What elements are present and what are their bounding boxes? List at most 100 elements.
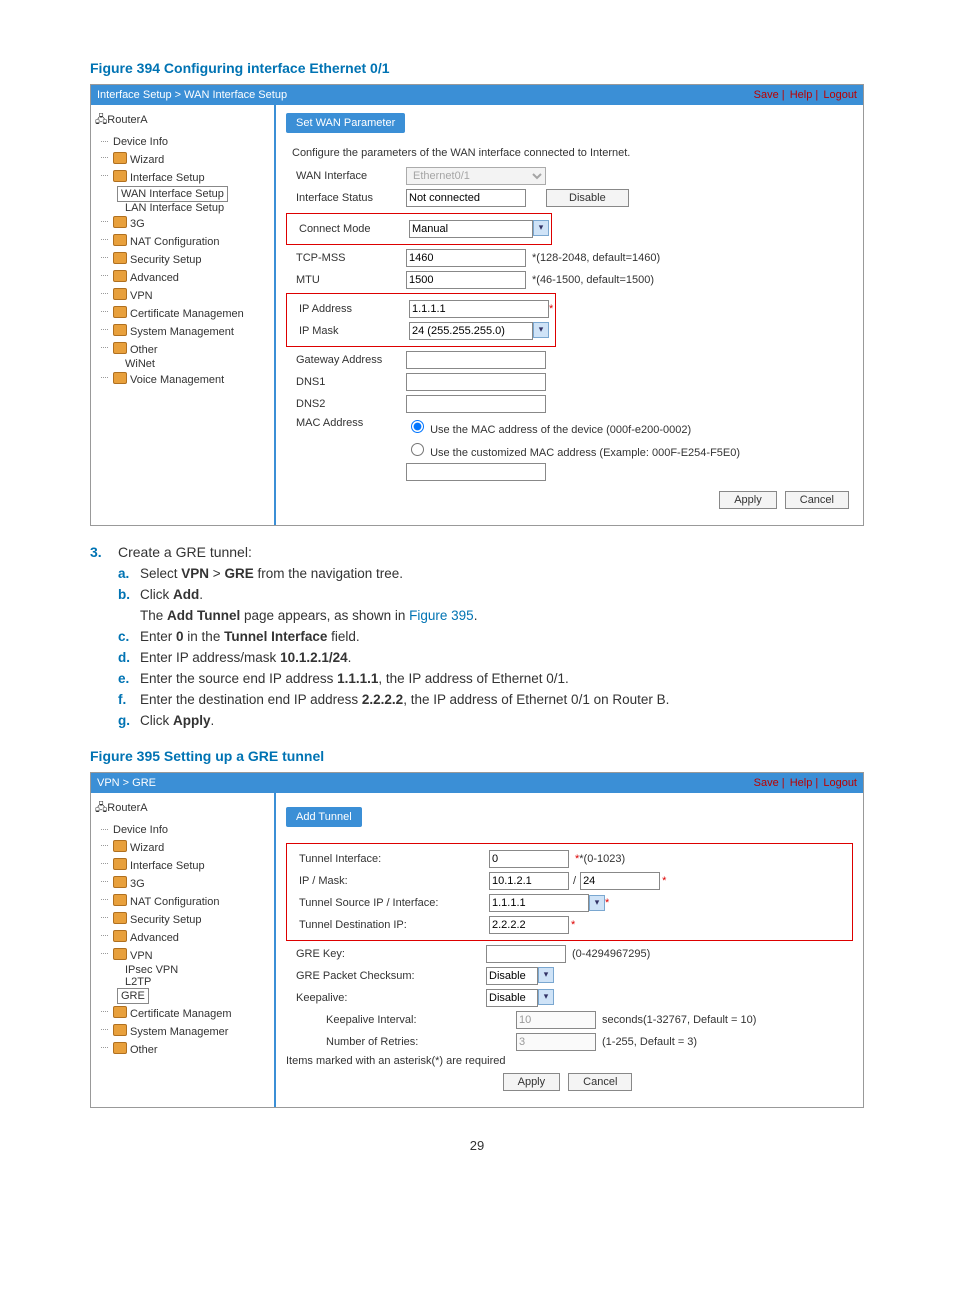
nav-interface-setup[interactable]: Interface Setup	[95, 856, 270, 874]
nav-device-info[interactable]: Device Info	[95, 134, 270, 150]
tunnel-source-input[interactable]	[489, 894, 589, 912]
substep-list: a.Select VPN > GRE from the navigation t…	[90, 566, 864, 728]
nav-3g[interactable]: 3G	[95, 214, 270, 232]
mac-device-radio[interactable]	[411, 420, 424, 433]
nav-voice[interactable]: Voice Management	[95, 370, 270, 388]
nav-ipsec[interactable]: IPsec VPN	[95, 964, 270, 976]
figure-395-link[interactable]: Figure 395	[409, 608, 474, 623]
tcpmss-input[interactable]	[406, 249, 526, 267]
content-pane-2: Add Tunnel Tunnel Interface: **(0-1023) …	[276, 793, 863, 1107]
gateway-input[interactable]	[406, 351, 546, 369]
checksum-select[interactable]	[486, 967, 538, 985]
wan-interface-select[interactable]: Ethernet0/1	[406, 167, 546, 185]
chevron-down-icon[interactable]: ▾	[589, 895, 605, 911]
nav-wan-interface-setup[interactable]: WAN Interface Setup	[117, 186, 228, 202]
keepalive-select[interactable]	[486, 989, 538, 1007]
content-pane: Set WAN Parameter Configure the paramete…	[276, 105, 863, 525]
page-number: 29	[90, 1138, 864, 1153]
nav-l2tp[interactable]: L2TP	[95, 976, 270, 988]
step-text: Create a GRE tunnel:	[118, 544, 252, 560]
grekey-hint: (0-4294967295)	[572, 948, 650, 960]
figure-394-title: Figure 394 Configuring interface Etherne…	[90, 60, 864, 76]
retries-hint: (1-255, Default = 3)	[602, 1036, 697, 1048]
grekey-input[interactable]	[486, 945, 566, 963]
help-link[interactable]: Help	[790, 777, 813, 789]
logout-link[interactable]: Logout	[823, 777, 857, 789]
nav-gre[interactable]: GRE	[117, 988, 149, 1004]
figure-395-screenshot: VPN > GRE Save | Help | Logout 🖧RouterA …	[90, 772, 864, 1108]
dns2-input[interactable]	[406, 395, 546, 413]
nav-other[interactable]: Other	[95, 340, 270, 358]
nav-vpn[interactable]: VPN	[95, 286, 270, 304]
wan-interface-label: WAN Interface	[286, 170, 406, 182]
disable-button[interactable]: Disable	[546, 189, 629, 207]
nav-other[interactable]: Other	[95, 1040, 270, 1058]
chevron-down-icon[interactable]: ▾	[538, 967, 554, 983]
tab-set-wan[interactable]: Set WAN Parameter	[286, 113, 405, 133]
tunnel-interface-hint: **(0-1023)	[575, 853, 625, 865]
nav-security[interactable]: Security Setup	[95, 910, 270, 928]
mac-device-text: Use the MAC address of the device (000f-…	[430, 424, 691, 436]
substep-f: f.Enter the destination end IP address 2…	[118, 692, 864, 707]
titlebar-actions: Save | Help | Logout	[752, 85, 857, 105]
ipmask-mask-input[interactable]	[580, 872, 660, 890]
apply-button[interactable]: Apply	[719, 491, 777, 509]
nav-cert[interactable]: Certificate Managem	[95, 1004, 270, 1022]
nav-wizard[interactable]: Wizard	[95, 838, 270, 856]
ip-mask-select[interactable]	[409, 322, 533, 340]
save-link[interactable]: Save	[754, 777, 779, 789]
mtu-input[interactable]	[406, 271, 526, 289]
save-link[interactable]: Save	[754, 89, 779, 101]
help-link[interactable]: Help	[790, 89, 813, 101]
nav-tree-2: 🖧RouterA Device Info Wizard Interface Se…	[91, 793, 276, 1107]
nav-winet[interactable]: WiNet	[95, 358, 270, 370]
nav-3g[interactable]: 3G	[95, 874, 270, 892]
cancel-button[interactable]: Cancel	[785, 491, 849, 509]
nav-sysmgmt[interactable]: System Managemer	[95, 1022, 270, 1040]
nav-wizard[interactable]: Wizard	[95, 150, 270, 168]
cancel-button[interactable]: Cancel	[568, 1073, 632, 1091]
nav-lan-interface-setup[interactable]: LAN Interface Setup	[95, 202, 270, 214]
nav-security[interactable]: Security Setup	[95, 250, 270, 268]
keepalive-interval-hint: seconds(1-32767, Default = 10)	[602, 1014, 756, 1026]
chevron-down-icon[interactable]: ▾	[538, 989, 554, 1005]
device-node[interactable]: 🖧RouterA	[95, 111, 270, 130]
dns1-label: DNS1	[286, 376, 406, 388]
nav-nat[interactable]: NAT Configuration	[95, 232, 270, 250]
tunnel-interface-input[interactable]	[489, 850, 569, 868]
substep-c: c.Enter 0 in the Tunnel Interface field.	[118, 629, 864, 644]
ip-address-input[interactable]	[409, 300, 549, 318]
apply-button[interactable]: Apply	[503, 1073, 561, 1091]
connect-mode-select[interactable]	[409, 220, 533, 238]
nav-advanced[interactable]: Advanced	[95, 268, 270, 286]
substep-e: e.Enter the source end IP address 1.1.1.…	[118, 671, 864, 686]
tab-add-tunnel[interactable]: Add Tunnel	[286, 807, 362, 827]
mac-custom-radio[interactable]	[411, 443, 424, 456]
tunnel-dest-input[interactable]	[489, 916, 569, 934]
logout-link[interactable]: Logout	[823, 89, 857, 101]
ip-mask-label: IP Mask	[289, 325, 409, 337]
chevron-down-icon[interactable]: ▾	[533, 220, 549, 236]
nav-sysmgmt[interactable]: System Management	[95, 322, 270, 340]
tcpmss-hint: *(128-2048, default=1460)	[532, 252, 660, 264]
nav-nat[interactable]: NAT Configuration	[95, 892, 270, 910]
nav-vpn[interactable]: VPN	[95, 946, 270, 964]
mac-custom-text: Use the customized MAC address (Example:…	[430, 447, 740, 459]
mtu-hint: *(46-1500, default=1500)	[532, 274, 654, 286]
gateway-label: Gateway Address	[286, 354, 406, 366]
nav-cert[interactable]: Certificate Managemen	[95, 304, 270, 322]
nav-device-info[interactable]: Device Info	[95, 822, 270, 838]
required-note: Items marked with an asterisk(*) are req…	[286, 1055, 853, 1067]
dns2-label: DNS2	[286, 398, 406, 410]
device-node-2[interactable]: 🖧RouterA	[95, 799, 270, 818]
keepalive-interval-label: Keepalive Interval:	[286, 1014, 516, 1026]
breadcrumb: Interface Setup > WAN Interface Setup	[97, 85, 287, 105]
nav-advanced[interactable]: Advanced	[95, 928, 270, 946]
dns1-input[interactable]	[406, 373, 546, 391]
mac-custom-input[interactable]	[406, 463, 546, 481]
chevron-down-icon[interactable]: ▾	[533, 322, 549, 338]
tcpmss-label: TCP-MSS	[286, 252, 406, 264]
ipmask-label: IP / Mask:	[289, 875, 489, 887]
nav-interface-setup[interactable]: Interface Setup	[95, 168, 270, 186]
ipmask-ip-input[interactable]	[489, 872, 569, 890]
